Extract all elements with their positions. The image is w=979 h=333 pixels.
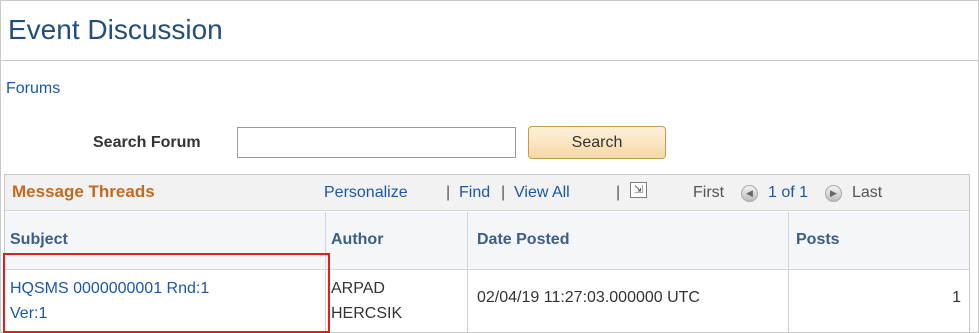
search-forum-input[interactable] [237, 127, 516, 158]
column-divider [788, 212, 789, 333]
highlight-box [3, 253, 330, 333]
forums-link[interactable]: Forums [6, 80, 60, 98]
search-forum-label: Search Forum [93, 134, 201, 151]
page-status: 1 of 1 [768, 184, 809, 201]
nav-separator: | [446, 184, 451, 201]
thread-author: ARPAD HERCSIK [331, 276, 441, 326]
column-header-subject[interactable]: Subject [10, 231, 68, 249]
search-button[interactable]: Search [528, 126, 666, 159]
page-title: Event Discussion [8, 14, 223, 45]
previous-icon[interactable]: ◀ [741, 185, 758, 202]
author-line-2: HERCSIK [331, 305, 403, 322]
download-icon[interactable]: ⇲ [630, 182, 647, 198]
personalize-link[interactable]: Personalize [324, 184, 408, 202]
thread-posts-count: 1 [952, 289, 961, 306]
view-all-link[interactable]: View All [514, 184, 570, 202]
grid-header: Message Threads Personalize | Find | Vie… [5, 175, 969, 211]
thread-date-posted: 02/04/19 11:27:03.000000 UTC [477, 289, 700, 306]
column-header-date-posted[interactable]: Date Posted [477, 231, 569, 249]
author-line-1: ARPAD [331, 280, 385, 297]
next-icon[interactable]: ▶ [825, 185, 842, 202]
title-divider [0, 60, 979, 61]
grid-title: Message Threads [12, 182, 155, 201]
column-header-author[interactable]: Author [331, 231, 383, 249]
column-header-posts[interactable]: Posts [796, 231, 840, 249]
first-label: First [693, 184, 725, 201]
nav-separator: | [501, 184, 506, 201]
find-link[interactable]: Find [459, 184, 490, 202]
column-divider [467, 212, 468, 333]
last-label: Last [852, 184, 883, 201]
nav-separator: | [616, 184, 621, 201]
